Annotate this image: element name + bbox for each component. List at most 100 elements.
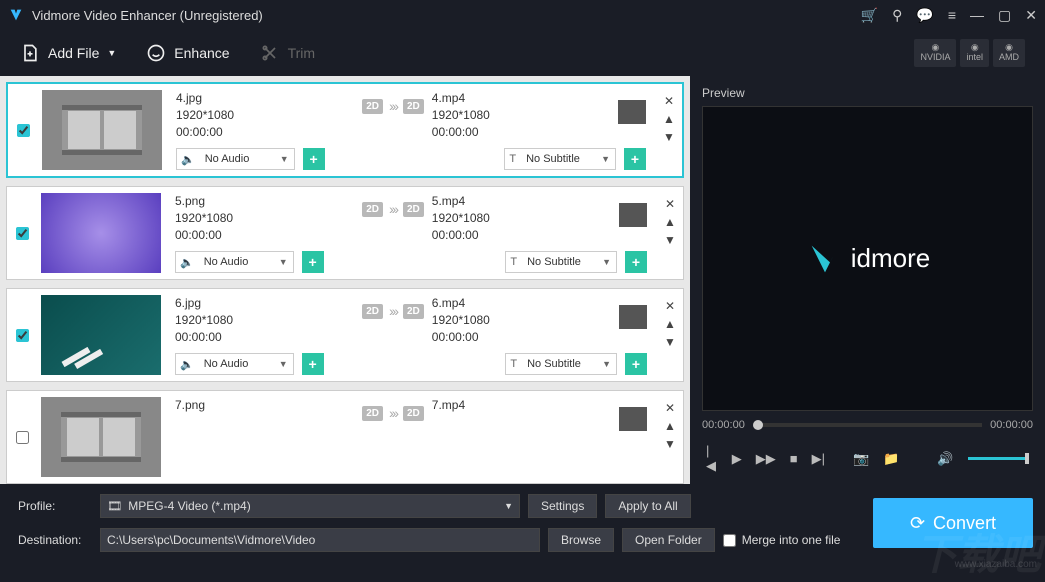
move-down-icon[interactable]: ▼ (664, 335, 676, 349)
add-audio-button[interactable]: + (303, 148, 325, 170)
source-filename: 6.jpg (175, 295, 354, 312)
badge-2d-dest: 2D (403, 406, 424, 421)
badge-2d-dest: 2D (403, 304, 424, 319)
titlebar: Vidmore Video Enhancer (Unregistered) 🛒 … (0, 0, 1045, 30)
list-item[interactable]: 4.jpg 1920*1080 00:00:00 2D ››› 2D 4.mp4… (6, 82, 684, 178)
time-current: 00:00:00 (702, 419, 745, 431)
arrow-icon: ››› (389, 98, 397, 114)
enhance-label: Enhance (174, 45, 229, 61)
dest-duration: 00:00:00 (432, 124, 610, 141)
subtitle-icon: T (506, 358, 521, 370)
snapshot-icon[interactable]: 📷 (853, 451, 869, 467)
subtitle-dropdown[interactable]: T No Subtitle ▼ (504, 148, 616, 170)
trim-label: Trim (288, 45, 315, 61)
item-checkbox-cell (7, 187, 37, 279)
item-checkbox[interactable] (17, 124, 30, 137)
brand-text: idmore (851, 243, 930, 274)
item-checkbox[interactable] (16, 227, 29, 240)
move-down-icon[interactable]: ▼ (664, 437, 676, 451)
settings-button[interactable]: Settings (528, 494, 597, 518)
merge-checkbox-input[interactable] (723, 534, 736, 547)
subtitle-value: No Subtitle (521, 358, 597, 370)
convert-button[interactable]: ⟳ Convert (873, 498, 1033, 548)
subtitle-icon: T (506, 256, 521, 268)
window-title: Vidmore Video Enhancer (Unregistered) (32, 8, 861, 23)
folder-icon[interactable]: 📁 (883, 451, 899, 467)
move-down-icon[interactable]: ▼ (664, 233, 676, 247)
item-checkbox[interactable] (16, 431, 29, 444)
conversion-indicator: 2D ››› 2D (362, 397, 424, 421)
add-subtitle-button[interactable]: + (625, 353, 647, 375)
format-icon (619, 305, 647, 329)
close-icon[interactable]: ✕ (1025, 7, 1037, 24)
apply-to-all-button[interactable]: Apply to All (605, 494, 690, 518)
add-audio-button[interactable]: + (302, 353, 324, 375)
fast-forward-icon[interactable]: ▶▶ (756, 451, 776, 467)
dest-info: 6.mp4 1920*1080 00:00:00 (432, 295, 611, 345)
add-audio-button[interactable]: + (302, 251, 324, 273)
prev-icon[interactable]: |◀ (706, 443, 718, 474)
timeline-slider[interactable] (753, 423, 982, 427)
enhance-icon (146, 43, 166, 63)
destination-input[interactable]: C:\Users\pc\Documents\Vidmore\Video (100, 528, 540, 552)
item-checkbox[interactable] (16, 329, 29, 342)
enhance-button[interactable]: Enhance (146, 43, 229, 63)
minimize-icon[interactable]: — (970, 7, 984, 23)
preview-panel: Preview idmore 00:00:00 00:00:00 |◀ ▶ ▶▶… (690, 76, 1045, 484)
browse-button[interactable]: Browse (548, 528, 614, 552)
time-total: 00:00:00 (990, 419, 1033, 431)
audio-dropdown[interactable]: 🔈 No Audio ▼ (176, 148, 295, 170)
list-item[interactable]: 5.png 1920*1080 00:00:00 2D ››› 2D 5.mp4… (6, 186, 684, 280)
list-item[interactable]: 6.jpg 1920*1080 00:00:00 2D ››› 2D 6.mp4… (6, 288, 684, 382)
chevron-down-icon: ▼ (274, 359, 293, 369)
move-up-icon[interactable]: ▲ (664, 317, 676, 331)
merge-checkbox[interactable]: Merge into one file (723, 533, 841, 547)
dest-filename: 5.mp4 (432, 193, 611, 210)
dest-filename: 6.mp4 (432, 295, 611, 312)
maximize-icon[interactable]: ▢ (998, 7, 1011, 24)
watermark-url: www.xiazaiba.com (955, 559, 1037, 570)
move-up-icon[interactable]: ▲ (664, 215, 676, 229)
menu-icon[interactable]: ≡ (948, 7, 956, 23)
destination-label: Destination: (18, 533, 92, 547)
subtitle-dropdown[interactable]: T No Subtitle ▼ (505, 353, 617, 375)
stop-icon[interactable]: ■ (790, 451, 798, 466)
volume-icon[interactable]: 🔊 (937, 451, 953, 467)
item-info: 6.jpg 1920*1080 00:00:00 2D ››› 2D 6.mp4… (165, 289, 657, 381)
move-up-icon[interactable]: ▲ (663, 112, 675, 126)
play-icon[interactable]: ▶ (732, 451, 742, 467)
audio-dropdown[interactable]: 🔈 No Audio ▼ (175, 353, 294, 375)
chevron-down-icon: ▼ (504, 501, 513, 511)
move-up-icon[interactable]: ▲ (664, 419, 676, 433)
list-item[interactable]: 7.png 2D ››› 2D 7.mp4 ✕ ▲ (6, 390, 684, 484)
move-down-icon[interactable]: ▼ (663, 130, 675, 144)
subtitle-dropdown[interactable]: T No Subtitle ▼ (505, 251, 617, 273)
remove-item-icon[interactable]: ✕ (665, 197, 675, 211)
source-filename: 7.png (175, 397, 354, 414)
add-subtitle-button[interactable]: + (624, 148, 646, 170)
audio-dropdown[interactable]: 🔈 No Audio ▼ (175, 251, 294, 273)
remove-item-icon[interactable]: ✕ (664, 94, 674, 108)
dest-resolution: 1920*1080 (432, 210, 611, 227)
timeline-row: 00:00:00 00:00:00 (702, 419, 1033, 431)
trim-button[interactable]: Trim (260, 43, 315, 63)
preview-area: idmore (702, 106, 1033, 411)
format-icon (619, 407, 647, 431)
profile-select[interactable]: 🎞 MPEG-4 Video (*.mp4) ▼ (100, 494, 520, 518)
open-folder-button[interactable]: Open Folder (622, 528, 715, 552)
cart-icon[interactable]: 🛒 (861, 7, 878, 24)
subtitle-value: No Subtitle (520, 153, 596, 165)
chevron-down-icon: ▼ (274, 257, 293, 267)
source-resolution: 1920*1080 (175, 210, 354, 227)
next-icon[interactable]: ▶| (812, 451, 825, 467)
volume-slider[interactable] (968, 457, 1029, 460)
dest-resolution: 1920*1080 (432, 107, 610, 124)
add-file-button[interactable]: Add File ▼ (20, 43, 116, 63)
remove-item-icon[interactable]: ✕ (665, 299, 675, 313)
remove-item-icon[interactable]: ✕ (665, 401, 675, 415)
profile-format-icon: 🎞 (107, 499, 122, 513)
add-subtitle-button[interactable]: + (625, 251, 647, 273)
feedback-icon[interactable]: 💬 (916, 7, 933, 24)
item-info: 4.jpg 1920*1080 00:00:00 2D ››› 2D 4.mp4… (166, 84, 656, 176)
key-icon[interactable]: ⚲ (892, 7, 902, 24)
